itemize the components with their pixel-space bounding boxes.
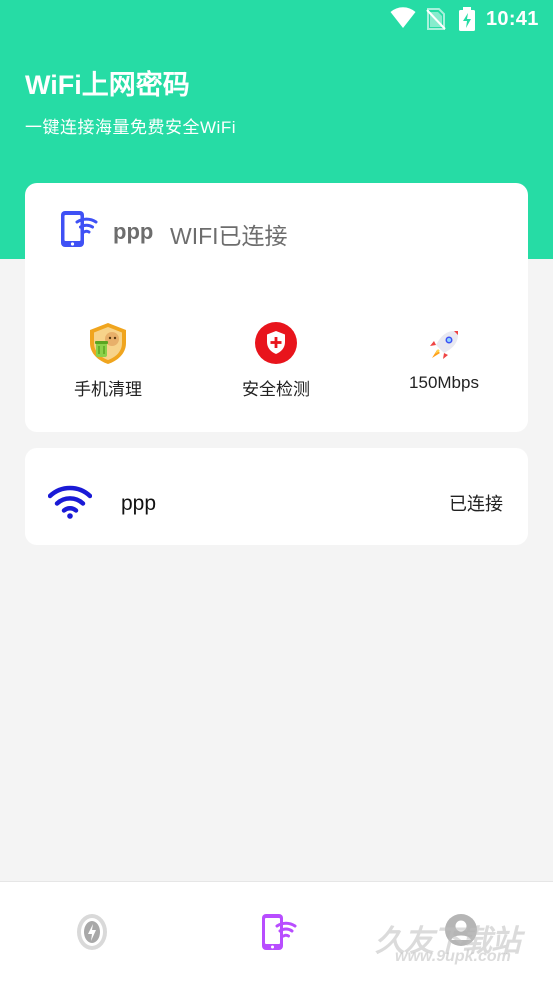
tool-label: 安全检测 [242, 380, 310, 399]
tool-security-check[interactable]: 安全检测 [206, 321, 346, 400]
tool-speed-test[interactable]: 150Mbps [374, 325, 514, 393]
connection-status-card: ppp WIFI已连接 手机清理 安全检测 150Mbps [25, 183, 528, 432]
cleaner-icon [90, 323, 126, 364]
connected-ssid: ppp [113, 219, 154, 244]
status-bar: 10:41 [0, 0, 553, 38]
tool-label: 手机清理 [74, 380, 142, 399]
wifi-signal-icon [48, 485, 92, 519]
network-ssid: ppp [121, 492, 157, 515]
clock: 10:41 [486, 8, 539, 30]
network-status: 已连接 [449, 494, 503, 514]
wifi-network-item[interactable]: ppp 已连接 [25, 448, 528, 545]
wifi-status-icon [390, 7, 416, 28]
connection-state: WIFI已连接 [170, 223, 288, 249]
bottom-nav: 久友下载站 www.9upk.com [0, 881, 553, 983]
battery-charging-icon [459, 7, 475, 31]
page-subtitle: 一键连接海量免费安全WiFi [25, 118, 236, 137]
page-title: WiFi上网密码 [25, 70, 190, 100]
no-sim-icon [426, 8, 446, 30]
phone-wifi-icon[interactable] [259, 912, 297, 952]
shield-plus-icon [255, 322, 297, 364]
tool-label: 150Mbps [409, 373, 479, 392]
speed-shield-icon[interactable] [76, 913, 108, 951]
phone-wifi-icon [61, 211, 98, 247]
watermark-url: www.9upk.com [395, 948, 511, 965]
rocket-icon [430, 331, 458, 359]
tool-phone-cleaner[interactable]: 手机清理 [38, 321, 178, 400]
